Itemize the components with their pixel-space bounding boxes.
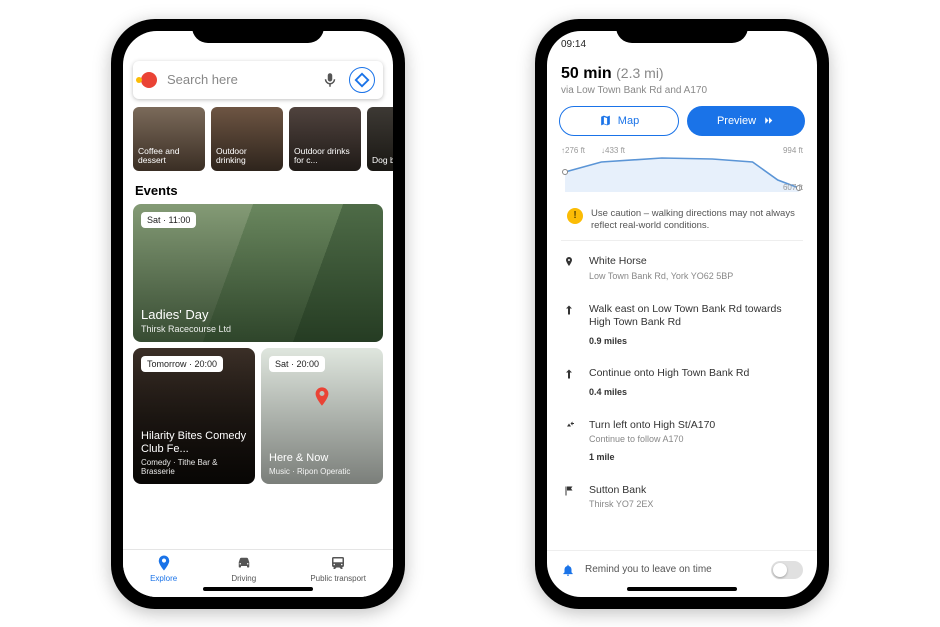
pin-icon bbox=[155, 554, 173, 572]
step-main: White Horse bbox=[589, 255, 733, 269]
map-pin-icon bbox=[311, 386, 333, 413]
event-title: Hilarity Bites Comedy Club Fe... bbox=[141, 430, 247, 455]
status-time: 09:14 bbox=[561, 39, 586, 50]
elevation-line-icon bbox=[561, 146, 803, 192]
route-via: via Low Town Bank Rd and A170 bbox=[561, 85, 803, 96]
transit-icon bbox=[329, 554, 347, 572]
warning-banner: ! Use caution – walking directions may n… bbox=[561, 200, 803, 242]
step-sub: Low Town Bank Rd, York YO62 5BP bbox=[589, 271, 733, 283]
button-row: Map Preview bbox=[559, 106, 805, 136]
route-distance: (2.3 mi) bbox=[616, 65, 663, 81]
step-main: Turn left onto High St/A170 bbox=[589, 419, 715, 433]
direction-step[interactable]: Turn left onto High St/A170 Continue to … bbox=[561, 409, 803, 474]
event-subtitle: Music · Ripon Operatic bbox=[269, 467, 375, 476]
nav-driving[interactable]: Driving bbox=[231, 554, 256, 583]
events-header: Events bbox=[123, 171, 393, 204]
map-icon bbox=[599, 114, 612, 127]
microphone-icon[interactable] bbox=[321, 71, 339, 89]
search-placeholder: Search here bbox=[167, 72, 311, 87]
category-card[interactable]: Outdoor drinks for c... bbox=[289, 107, 361, 171]
event-row: Tomorrow · 20:00 Hilarity Bites Comedy C… bbox=[133, 348, 383, 484]
event-card-small[interactable]: Sat · 20:00 Here & Now Music · Ripon Ope… bbox=[261, 348, 383, 484]
category-label: Dog bars bbox=[372, 156, 393, 165]
category-card[interactable]: Dog bars bbox=[367, 107, 393, 171]
event-card-small[interactable]: Tomorrow · 20:00 Hilarity Bites Comedy C… bbox=[133, 348, 255, 484]
pin-icon bbox=[561, 255, 577, 282]
event-time-chip: Sat · 20:00 bbox=[269, 356, 325, 372]
bell-icon bbox=[561, 563, 575, 577]
elevation-chart: ↑276 ft ↓433 ft 994 ft 607 ft bbox=[561, 146, 803, 192]
warning-text: Use caution – walking directions may not… bbox=[591, 208, 797, 233]
nav-transit[interactable]: Public transport bbox=[310, 554, 366, 583]
screen-directions: 09:14 50 min (2.3 mi) via Low Town Bank … bbox=[547, 31, 817, 597]
direction-step[interactable]: Sutton Bank Thirsk YO7 2EX bbox=[561, 474, 803, 521]
nav-explore[interactable]: Explore bbox=[150, 554, 177, 583]
notch bbox=[192, 19, 324, 43]
app-logo-icon bbox=[141, 72, 157, 88]
phone-right: 09:14 50 min (2.3 mi) via Low Town Bank … bbox=[535, 19, 829, 609]
nav-label: Public transport bbox=[310, 574, 366, 583]
chevrons-right-icon bbox=[762, 114, 775, 127]
direction-step[interactable]: White Horse Low Town Bank Rd, York YO62 … bbox=[561, 245, 803, 292]
direction-step[interactable]: Walk east on Low Town Bank Rd towards Hi… bbox=[561, 293, 803, 358]
home-indicator[interactable] bbox=[203, 587, 313, 591]
arrow-up-icon bbox=[561, 303, 577, 348]
phone-left: Search here Coffee and dessert Outdoor d… bbox=[111, 19, 405, 609]
event-subtitle: Thirsk Racecourse Ltd bbox=[141, 324, 375, 334]
nav-label: Driving bbox=[231, 574, 256, 583]
category-label: Coffee and dessert bbox=[138, 147, 200, 166]
search-bar[interactable]: Search here bbox=[133, 61, 383, 99]
route-time: 50 min bbox=[561, 65, 612, 82]
button-label: Map bbox=[618, 115, 639, 127]
event-time-chip: Sat · 11:00 bbox=[141, 212, 196, 228]
route-header: 50 min (2.3 mi) via Low Town Bank Rd and… bbox=[547, 57, 817, 96]
remind-label: Remind you to leave on time bbox=[585, 564, 712, 575]
step-main: Sutton Bank bbox=[589, 484, 653, 498]
remind-toggle[interactable] bbox=[771, 561, 803, 579]
category-row[interactable]: Coffee and dessert Outdoor drinking Outd… bbox=[123, 107, 393, 171]
notch bbox=[616, 19, 748, 43]
nav-label: Explore bbox=[150, 574, 177, 583]
event-title: Here & Now bbox=[269, 452, 375, 465]
step-distance: 0.9 miles bbox=[589, 336, 803, 348]
preview-button[interactable]: Preview bbox=[687, 106, 805, 136]
step-main: Walk east on Low Town Bank Rd towards Hi… bbox=[589, 303, 803, 330]
direction-step[interactable]: Continue onto High Town Bank Rd 0.4 mile… bbox=[561, 357, 803, 408]
category-card[interactable]: Outdoor drinking bbox=[211, 107, 283, 171]
flag-icon bbox=[561, 484, 577, 511]
car-icon bbox=[235, 554, 253, 572]
step-distance: 1 mile bbox=[589, 452, 715, 464]
warning-icon: ! bbox=[567, 208, 583, 224]
category-label: Outdoor drinking bbox=[216, 147, 278, 166]
step-sub: Thirsk YO7 2EX bbox=[589, 499, 653, 511]
step-main: Continue onto High Town Bank Rd bbox=[589, 367, 749, 381]
elev-max: 994 ft bbox=[783, 146, 803, 155]
elev-min: 607 ft bbox=[783, 183, 803, 192]
step-sub: Continue to follow A170 bbox=[589, 434, 715, 446]
turn-left-icon bbox=[561, 419, 577, 464]
home-indicator[interactable] bbox=[627, 587, 737, 591]
screen-explore: Search here Coffee and dessert Outdoor d… bbox=[123, 31, 393, 597]
event-title: Ladies' Day bbox=[141, 307, 375, 322]
arrow-up-icon bbox=[561, 367, 577, 398]
event-subtitle: Comedy · Tithe Bar & Brasserie bbox=[141, 458, 247, 476]
button-label: Preview bbox=[717, 115, 756, 127]
elev-descent: ↓433 ft bbox=[601, 146, 625, 155]
event-card-large[interactable]: Sat · 11:00 Ladies' Day Thirsk Racecours… bbox=[133, 204, 383, 342]
category-label: Outdoor drinks for c... bbox=[294, 147, 356, 166]
directions-icon[interactable] bbox=[349, 67, 375, 93]
step-distance: 0.4 miles bbox=[589, 387, 749, 399]
map-button[interactable]: Map bbox=[559, 106, 679, 136]
directions-steps[interactable]: White Horse Low Town Bank Rd, York YO62 … bbox=[547, 241, 817, 521]
event-time-chip: Tomorrow · 20:00 bbox=[141, 356, 223, 372]
category-card[interactable]: Coffee and dessert bbox=[133, 107, 205, 171]
elev-ascent: ↑276 ft bbox=[561, 146, 585, 155]
